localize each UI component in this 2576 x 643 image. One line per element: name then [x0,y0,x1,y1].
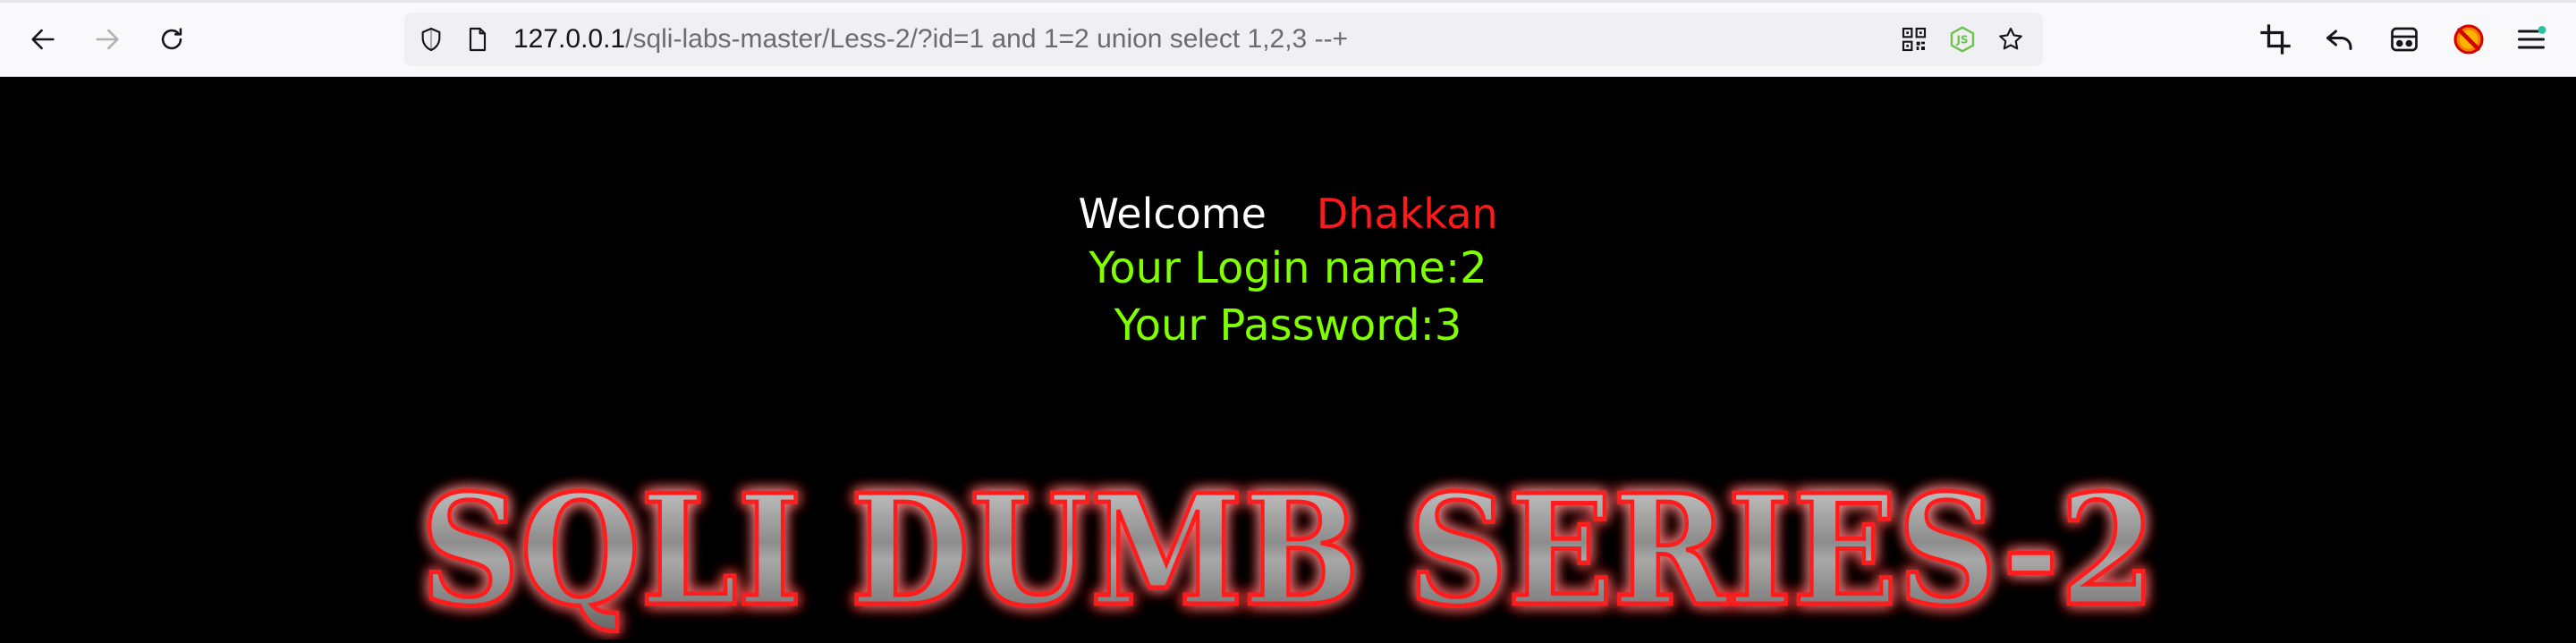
page-content: Welcome Dhakkan Your Login name:2 Your Pa… [0,78,2576,643]
series-banner: SQLI DUMB SERIES-2 [394,460,2182,643]
url-host: 127.0.0.1 [513,24,626,54]
undo-icon[interactable] [2324,23,2356,55]
tab-strip-edge [0,0,2576,3]
screenshot-crop-icon[interactable] [2259,23,2292,55]
app-menu-icon[interactable] [2515,23,2547,55]
container-tab-icon[interactable] [2388,23,2420,55]
url-text[interactable]: 127.0.0.1/sqli-labs-master/Less-2/?id=1 … [513,13,1348,66]
banner-title: SQLI DUMB SERIES-2 [420,461,2156,639]
back-arrow-icon [31,29,55,50]
nodejs-extension-icon[interactable]: JS [1948,25,1977,54]
qr-code-icon[interactable] [1900,25,1928,54]
welcome-label: Welcome [1078,190,1267,238]
bookmark-star-icon[interactable] [1996,25,2025,54]
forward-button[interactable] [86,18,129,61]
login-name-text: Your Login name:2 [1089,243,1487,293]
back-button[interactable] [21,18,64,61]
page-info-icon[interactable] [463,25,492,54]
reload-button[interactable] [150,18,193,61]
url-path: /sqli-labs-master/Less-2/?id=1 and 1=2 u… [625,24,1349,54]
reload-icon [161,28,182,50]
url-bar[interactable]: 127.0.0.1/sqli-labs-master/Less-2/?id=1 … [404,13,2043,66]
blocker-extension-icon[interactable] [2453,23,2485,55]
welcome-message: Welcome Dhakkan [0,187,2576,241]
banner-graphic: SQLI DUMB SERIES-2 [419,460,2158,643]
forward-arrow-icon [96,29,119,50]
tracking-protection-shield-icon[interactable] [417,25,445,54]
svg-text:JS: JS [1955,34,1968,47]
browser-toolbar: 127.0.0.1/sqli-labs-master/Less-2/?id=1 … [0,0,2576,77]
user-name: Dhakkan [1316,190,1498,238]
password-text: Your Password:3 [1114,300,1462,351]
